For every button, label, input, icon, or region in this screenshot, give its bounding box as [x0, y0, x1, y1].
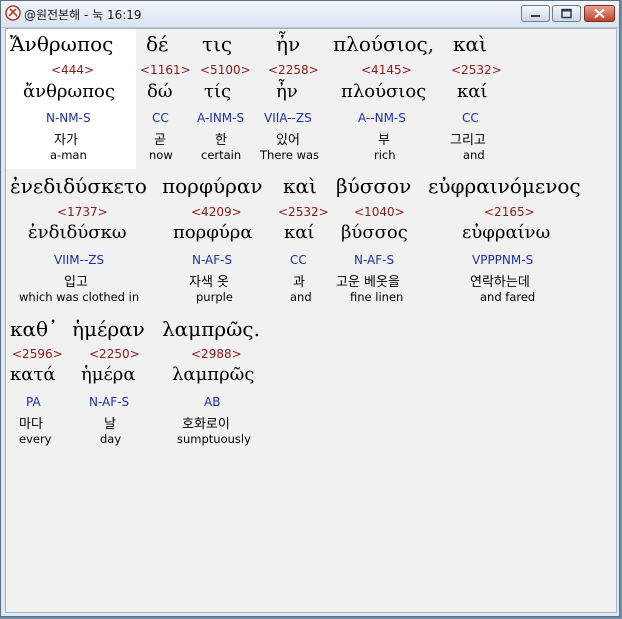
strong-number: <2250> — [89, 347, 140, 361]
english-gloss: a-man — [50, 148, 87, 162]
english-gloss: every — [19, 432, 52, 446]
parsing-code: N-AF-S — [89, 395, 130, 409]
strong-number: <1737> — [57, 205, 108, 219]
greek-word: ἦν — [276, 32, 301, 56]
lemma: κατά — [10, 364, 56, 385]
greek-word: καὶ — [453, 32, 487, 56]
greek-word: Ἄνθρωπος — [10, 32, 114, 56]
greek-word: πορφύραν — [162, 174, 263, 198]
greek-word: καθ᾽ — [10, 317, 59, 341]
parsing-code: N-NM-S — [46, 111, 91, 125]
english-gloss: purple — [196, 290, 233, 304]
greek-word: ἐνεδιδύσκετο — [10, 174, 147, 198]
english-gloss: and — [290, 290, 312, 304]
app-icon — [5, 5, 21, 21]
korean-gloss: 부 — [378, 133, 390, 148]
greek-word: καὶ — [283, 174, 317, 198]
korean-gloss: 곧 — [154, 133, 166, 148]
korean-gloss: 호화로이 — [182, 417, 230, 432]
lemma: καί — [284, 222, 315, 243]
korean-gloss: 자색 옷 — [189, 275, 230, 290]
korean-gloss: 고운 베옷을 — [336, 275, 400, 290]
lemma: πορφύρα — [173, 222, 253, 243]
english-gloss: sumptuously — [177, 432, 251, 446]
parsing-code: PA — [26, 395, 41, 409]
greek-word: πλούσιος, — [333, 32, 435, 56]
korean-gloss: 한 — [215, 133, 227, 148]
english-gloss: which was clothed in — [19, 290, 140, 304]
title-bar[interactable]: @원전본해 - 눅 16:19 — [1, 1, 619, 28]
korean-gloss: 그리고 — [450, 133, 486, 148]
strong-number: <2596> — [12, 347, 63, 361]
korean-gloss: 마다 — [19, 417, 43, 432]
lemma: πλούσιος — [341, 81, 427, 102]
english-gloss: certain — [201, 148, 242, 162]
minimize-icon — [531, 15, 540, 17]
korean-gloss: 자가 — [54, 133, 78, 148]
parsing-code: N-AF-S — [354, 253, 395, 267]
strong-number: <1040> — [354, 205, 405, 219]
korean-gloss: 날 — [104, 417, 116, 432]
close-button[interactable] — [584, 5, 615, 22]
strong-number: <2258> — [268, 63, 319, 77]
parsing-code: A--NM-S — [358, 111, 406, 125]
english-gloss: fine linen — [350, 290, 404, 304]
lemma: λαμπρῶς — [172, 364, 255, 385]
english-gloss: now — [149, 148, 173, 162]
korean-gloss: 입고 — [64, 275, 88, 290]
parsing-code: CC — [152, 111, 169, 125]
parsing-code: VPPPNM-S — [472, 253, 534, 267]
english-gloss: and — [463, 148, 485, 162]
greek-word: ἡμέραν — [72, 317, 145, 341]
lemma: καί — [457, 81, 488, 102]
app-window: @원전본해 - 눅 16:19 Ἄνθρωπος <444> ἄνθρωπος … — [0, 0, 620, 617]
parsing-code: A-INM-S — [197, 111, 245, 125]
lemma: ἄνθρωπος — [23, 81, 115, 102]
interlinear-view: Ἄνθρωπος <444> ἄνθρωπος N-NM-S 자가 a-man … — [5, 28, 617, 613]
greek-word: βύσσον — [336, 174, 412, 198]
strong-number: <1161> — [140, 63, 191, 77]
parsing-code: CC — [290, 253, 307, 267]
english-gloss: rich — [374, 148, 396, 162]
english-gloss: day — [100, 432, 122, 446]
window-title: @원전본해 - 눅 16:19 — [24, 8, 142, 22]
strong-number: <444> — [51, 63, 95, 77]
maximize-button[interactable] — [552, 5, 581, 22]
greek-word: λαμπρῶς. — [162, 317, 260, 341]
parsing-code: N-AF-S — [192, 253, 233, 267]
strong-number: <4209> — [191, 205, 242, 219]
lemma: δώ — [147, 81, 173, 102]
greek-word: τις — [202, 32, 233, 56]
parsing-code: AB — [204, 395, 221, 409]
parsing-code: CC — [462, 111, 479, 125]
lemma: βύσσος — [341, 222, 408, 243]
lemma: εὐφραίνω — [462, 222, 551, 243]
strong-number: <2165> — [484, 205, 535, 219]
greek-word: δέ — [146, 32, 169, 56]
korean-gloss: 연락하는데 — [470, 275, 530, 290]
minimize-button[interactable] — [521, 5, 550, 22]
parsing-code: VIIA--ZS — [264, 111, 312, 125]
parsing-code: VIIM--ZS — [54, 253, 105, 267]
strong-number: <2988> — [191, 347, 242, 361]
strong-number: <2532> — [278, 205, 329, 219]
lemma: τίς — [204, 81, 232, 102]
strong-number: <4145> — [361, 63, 412, 77]
greek-word: εὐφραινόμενος — [428, 174, 581, 198]
english-gloss: There was — [260, 148, 320, 162]
english-gloss: and fared — [480, 290, 536, 304]
strong-number: <2532> — [451, 63, 502, 77]
strong-number: <5100> — [200, 63, 251, 77]
maximize-icon — [561, 8, 572, 19]
close-icon — [594, 8, 605, 19]
korean-gloss: 있어 — [276, 133, 300, 148]
lemma: ἦν — [276, 81, 298, 102]
lemma: ἐνδιδύσκω — [28, 222, 127, 243]
lemma: ἡμέρα — [81, 364, 136, 385]
korean-gloss: 과 — [293, 275, 305, 290]
